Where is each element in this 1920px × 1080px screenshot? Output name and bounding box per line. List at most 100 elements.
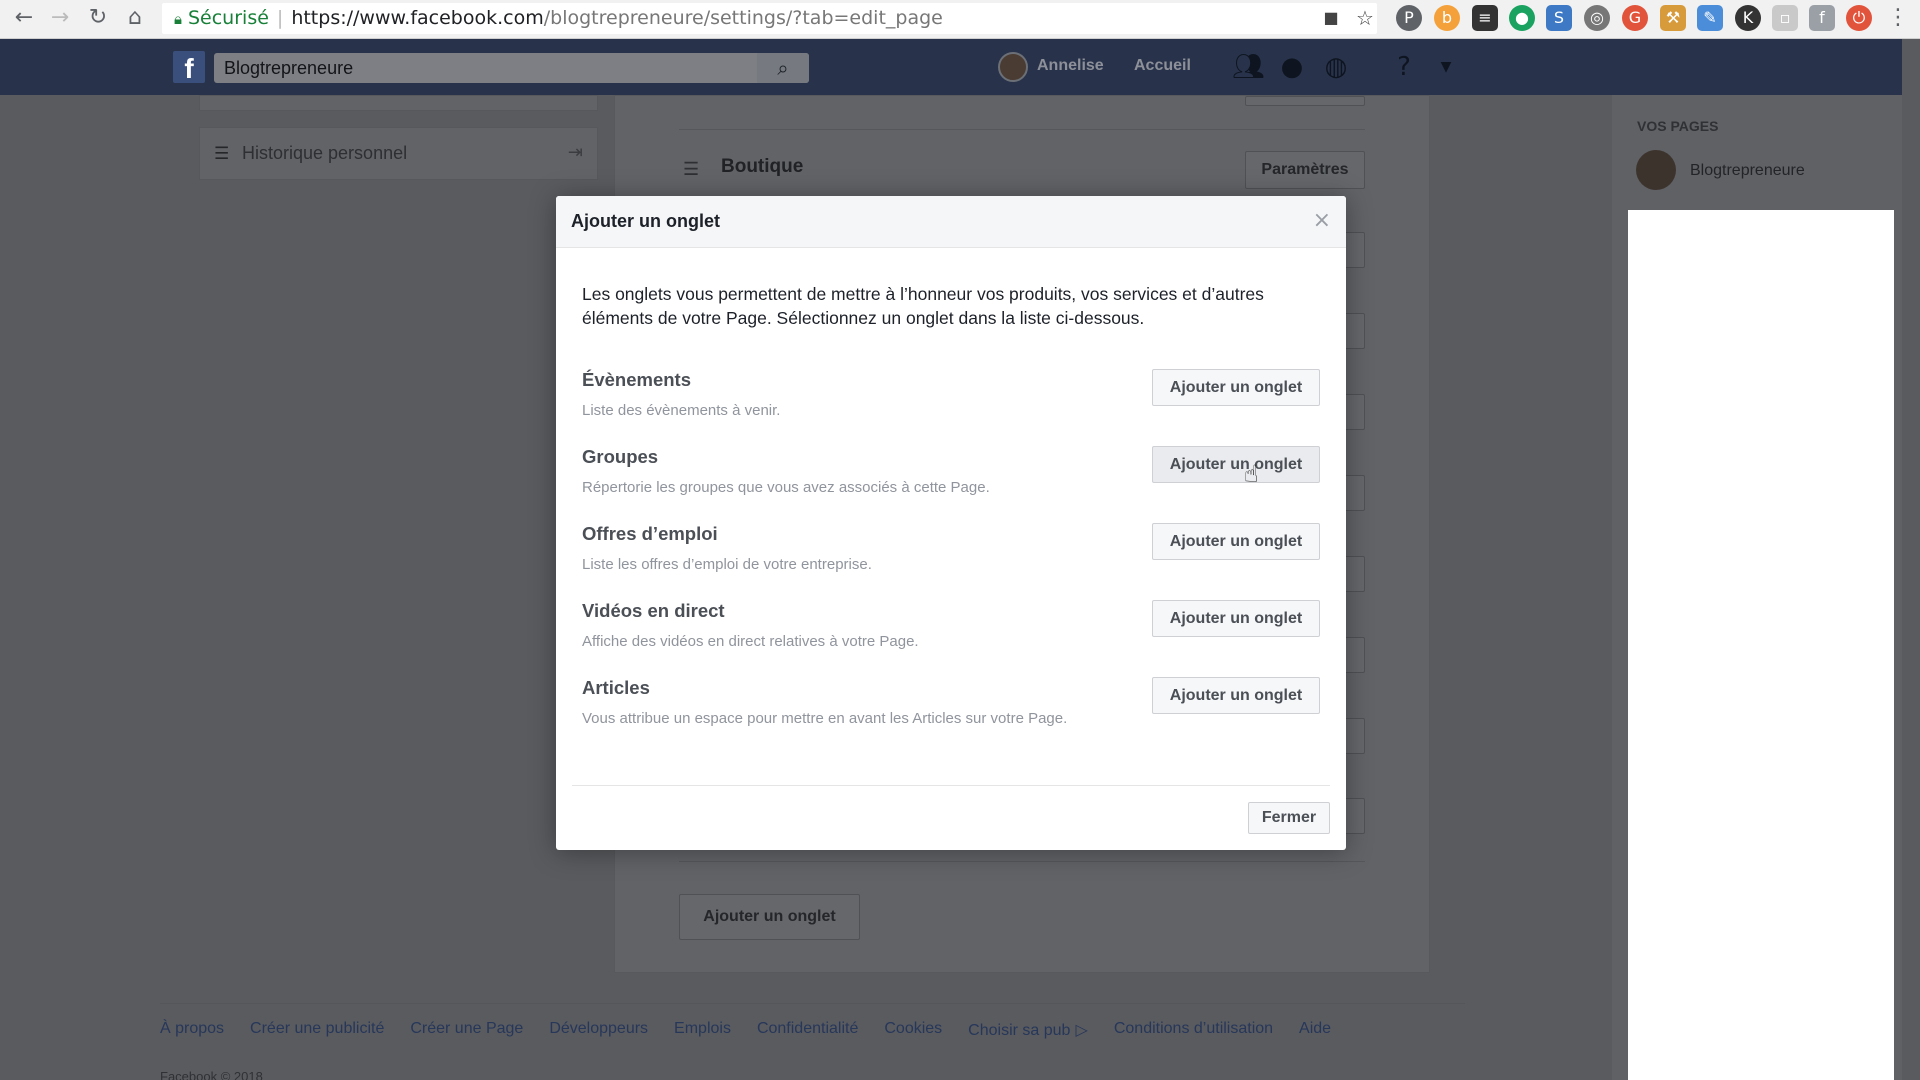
secure-label: Sécurisé bbox=[187, 7, 269, 29]
boutique-settings-button[interactable]: Paramètres bbox=[1245, 151, 1365, 189]
add-tab-dialog: Ajouter un onglet × Les onglets vous per… bbox=[556, 196, 1346, 850]
browser-toolbar: ← → ↻ ⌂ 🔒︎ Sécurisé | https://www.facebook.… bbox=[0, 0, 1920, 39]
friend-requests-icon[interactable]: 👥︎ bbox=[1232, 51, 1265, 83]
footer-link[interactable]: À propos bbox=[160, 1020, 224, 1040]
extension-tool-icon[interactable]: ⚒ bbox=[1660, 5, 1686, 31]
footer-link[interactable]: Cookies bbox=[884, 1020, 942, 1040]
tab-description: Vous attribue un espace pour mettre en a… bbox=[582, 710, 1068, 727]
tab-name: Articles bbox=[582, 677, 650, 698]
browser-menu-icon[interactable]: ⋮ bbox=[1884, 4, 1912, 32]
add-tab-button-groups[interactable]: Ajouter un onglet bbox=[1152, 446, 1320, 483]
open-icon: ⇥ bbox=[567, 142, 583, 163]
add-tab-button[interactable]: Ajouter un onglet bbox=[679, 894, 860, 940]
boutique-tab-label: Boutique bbox=[721, 156, 804, 177]
list-icon: ☰ bbox=[214, 144, 230, 164]
footer-link[interactable]: Choisir sa pub ▷ bbox=[968, 1020, 1088, 1040]
add-tab-button-live-videos[interactable]: Ajouter un onglet bbox=[1152, 600, 1320, 637]
footer-link[interactable]: Emplois bbox=[674, 1020, 731, 1040]
right-sidebar: VOS PAGES Blogtrepreneure bbox=[1612, 95, 1902, 1080]
list-item: Évènements Liste des évènements à venir.… bbox=[582, 369, 1320, 429]
account-menu-chevron-icon[interactable]: ▼ bbox=[1430, 51, 1462, 83]
tab-description: Affiche des vidéos en direct relatives à… bbox=[582, 633, 919, 650]
facebook-logo-icon[interactable]: f bbox=[173, 51, 205, 84]
dialog-title: Ajouter un onglet bbox=[571, 211, 720, 231]
extension-gray-icon[interactable]: ◎ bbox=[1584, 5, 1610, 31]
tab-description: Répertorie les groupes que vous avez ass… bbox=[582, 479, 990, 496]
facebook-header: f Blogtrepreneure ⌕ Annelise Accueil 👥︎ … bbox=[0, 39, 1902, 95]
adchoices-icon: ▷ bbox=[1070, 1020, 1088, 1039]
history-label: Historique personnel bbox=[242, 143, 408, 163]
footer-divider bbox=[160, 1003, 1465, 1004]
list-item: Vidéos en direct Affiche des vidéos en d… bbox=[582, 600, 1320, 660]
extension-light-icon[interactable]: ▫ bbox=[1772, 5, 1798, 31]
lock-icon: 🔒︎ bbox=[174, 10, 182, 28]
tab-description: Liste des évènements à venir. bbox=[582, 402, 781, 419]
tab-description: Liste les offres d’emploi de votre entre… bbox=[582, 556, 872, 573]
add-tab-button-jobs[interactable]: Ajouter un onglet bbox=[1152, 523, 1320, 560]
home-link[interactable]: Accueil bbox=[1134, 57, 1191, 75]
tab-name: Offres d’emploi bbox=[582, 523, 718, 544]
copyright: Facebook © 2018 bbox=[160, 1069, 263, 1080]
dialog-footer-divider bbox=[572, 785, 1330, 786]
extension-power-icon[interactable]: ⏻ bbox=[1846, 5, 1872, 31]
footer-link[interactable]: Confidentialité bbox=[757, 1020, 858, 1040]
buffer-icon[interactable]: ≡ bbox=[1472, 5, 1498, 31]
your-pages-heading: VOS PAGES bbox=[1637, 118, 1719, 134]
tab-name: Groupes bbox=[582, 446, 659, 467]
extension-orange-icon[interactable]: b bbox=[1434, 5, 1460, 31]
list-item: Articles Vous attribue un espace pour me… bbox=[582, 677, 1320, 737]
search-input[interactable]: Blogtrepreneure ⌕ bbox=[214, 53, 809, 83]
row-divider bbox=[679, 861, 1365, 862]
tab-name: Évènements bbox=[582, 369, 691, 390]
url-host: https://www.facebook.com bbox=[291, 7, 544, 29]
help-icon[interactable]: ? bbox=[1388, 51, 1420, 83]
extension-k-icon[interactable]: K bbox=[1735, 5, 1761, 31]
page-name-link[interactable]: Blogtrepreneure bbox=[1690, 162, 1805, 180]
add-tab-button-events[interactable]: Ajouter un onglet bbox=[1152, 369, 1320, 406]
avatar[interactable] bbox=[998, 52, 1028, 82]
close-button[interactable]: Fermer bbox=[1248, 802, 1330, 834]
footer-link[interactable]: Conditions d’utilisation bbox=[1114, 1020, 1273, 1040]
add-tab-button-articles[interactable]: Ajouter un onglet bbox=[1152, 677, 1320, 714]
tab-name: Vidéos en direct bbox=[582, 600, 725, 621]
extension-red-icon[interactable]: G bbox=[1622, 5, 1648, 31]
extension-blue-icon[interactable]: S bbox=[1546, 5, 1572, 31]
hand-cursor-icon: ☝︎ bbox=[1244, 460, 1259, 488]
chat-panel bbox=[1628, 210, 1894, 1080]
messenger-icon[interactable]: ● bbox=[1276, 51, 1308, 83]
list-item: Offres d’emploi Liste les offres d’emplo… bbox=[582, 523, 1320, 583]
footer-link[interactable]: Développeurs bbox=[549, 1020, 648, 1040]
dialog-header: Ajouter un onglet × bbox=[556, 196, 1346, 248]
footer-link[interactable]: Aide bbox=[1299, 1020, 1331, 1040]
footer-link[interactable]: Créer une publicité bbox=[250, 1020, 384, 1040]
notifications-globe-icon[interactable]: ◍ bbox=[1320, 51, 1352, 83]
evernote-icon[interactable]: ● bbox=[1509, 5, 1535, 31]
extension-pen-icon[interactable]: ✎ bbox=[1697, 5, 1723, 31]
back-icon[interactable]: ← bbox=[10, 4, 38, 32]
camera-icon[interactable]: ■ bbox=[1318, 5, 1344, 31]
address-separator: | bbox=[276, 7, 284, 29]
search-icon[interactable]: ⌕ bbox=[757, 53, 809, 83]
home-icon[interactable]: ⌂ bbox=[121, 4, 149, 32]
list-item: Groupes Répertorie les groupes que vous … bbox=[582, 446, 1320, 506]
address-bar[interactable]: 🔒︎ Sécurisé | https://www.facebook.com/blog… bbox=[162, 3, 1377, 34]
row-divider bbox=[679, 129, 1365, 130]
profile-link[interactable]: Annelise bbox=[1037, 57, 1104, 75]
star-icon[interactable]: ☆ bbox=[1352, 5, 1378, 31]
url-path: /blogtrepreneure/settings/?tab=edit_page bbox=[543, 7, 943, 29]
page-avatar[interactable] bbox=[1636, 150, 1676, 190]
left-card-top bbox=[199, 95, 598, 111]
drag-handle-icon[interactable]: ☰ bbox=[683, 159, 699, 180]
dialog-intro: Les onglets vous permettent de mettre à … bbox=[582, 284, 1264, 328]
search-value: Blogtrepreneure bbox=[224, 58, 354, 78]
reload-icon[interactable]: ↻ bbox=[84, 4, 112, 32]
settings-button-top[interactable] bbox=[1245, 96, 1365, 106]
footer-links: À propos Créer une publicité Créer une P… bbox=[160, 1020, 1331, 1040]
pinterest-icon[interactable]: P bbox=[1396, 5, 1422, 31]
close-icon[interactable]: × bbox=[1313, 210, 1331, 232]
forward-icon[interactable]: → bbox=[46, 4, 74, 32]
history-item[interactable]: ☰ Historique personnel ⇥ bbox=[199, 127, 598, 180]
extension-facebook-icon[interactable]: f bbox=[1809, 5, 1835, 31]
footer-link[interactable]: Créer une Page bbox=[410, 1020, 523, 1040]
footer-link-text: Choisir sa pub bbox=[968, 1022, 1071, 1039]
